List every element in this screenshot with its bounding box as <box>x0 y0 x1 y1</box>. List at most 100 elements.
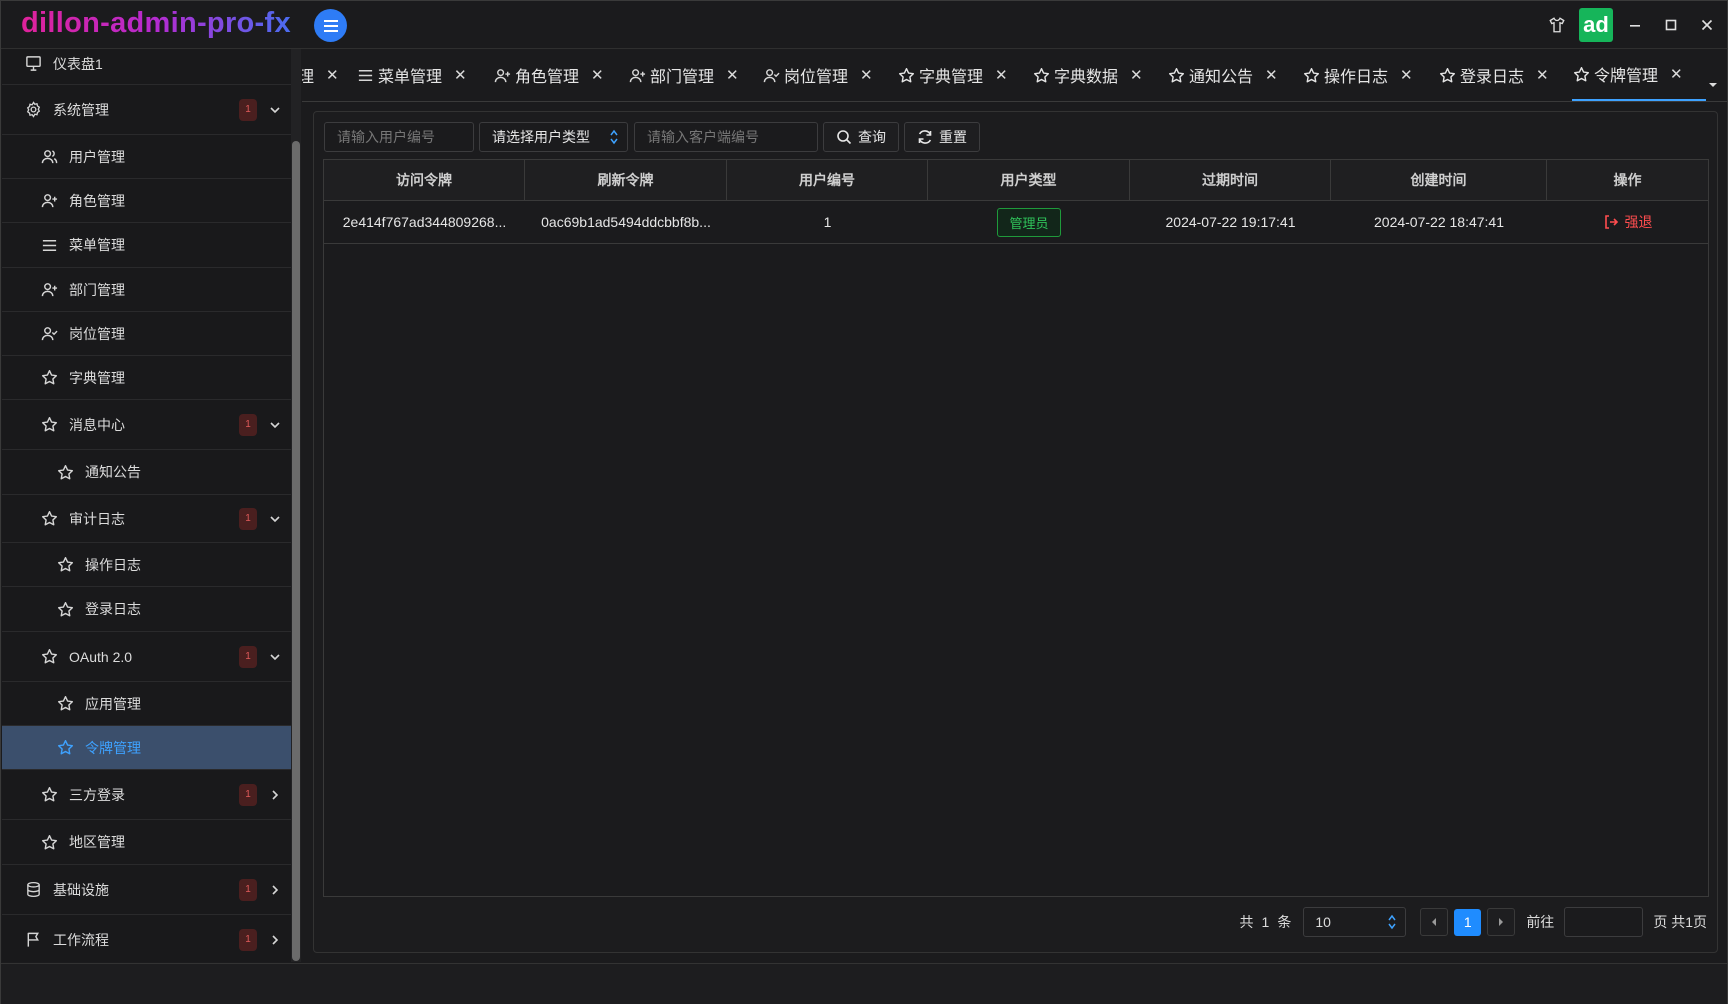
sidebar-item-label: 用户管理 <box>69 148 125 165</box>
database-icon <box>24 881 42 899</box>
column-header[interactable]: 操作 <box>1547 160 1708 200</box>
sidebar-scrollbar[interactable] <box>292 141 300 961</box>
user-check-icon <box>762 66 780 84</box>
tab-close-icon[interactable]: ✕ <box>1670 65 1683 83</box>
sidebar-item[interactable]: OAuth 2.0 1 <box>2 632 293 682</box>
tab[interactable]: 通知公告 ✕ <box>1167 49 1278 101</box>
sidebar-item[interactable]: 登录日志 <box>2 587 293 632</box>
maximize-icon <box>1665 19 1677 30</box>
sidebar-item[interactable]: 用户管理 <box>2 135 293 179</box>
force-logout-button[interactable]: 强退 <box>1603 212 1653 232</box>
sidebar-item[interactable]: 三方登录 1 <box>2 770 293 820</box>
column-header[interactable]: 过期时间 <box>1130 160 1331 200</box>
tab-close-icon[interactable]: ✕ <box>1536 66 1549 84</box>
tab-close-icon[interactable]: ✕ <box>326 66 339 84</box>
expand-toggle[interactable] <box>269 419 281 431</box>
tab[interactable]: 理✕ <box>302 49 339 101</box>
sidebar-item[interactable]: 工作流程 1 <box>2 915 293 962</box>
expand-toggle[interactable] <box>269 789 281 801</box>
sidebar-item[interactable]: 消息中心 1 <box>2 400 293 450</box>
next-page-button[interactable] <box>1487 908 1516 936</box>
sidebar-item[interactable]: 通知公告 <box>2 450 293 495</box>
tab[interactable]: 角色管理 ✕ <box>493 49 604 101</box>
user-plus-icon <box>628 66 646 84</box>
user-plus-icon <box>40 192 58 210</box>
expand-toggle[interactable] <box>269 884 281 896</box>
tab[interactable]: 令牌管理 ✕ <box>1572 49 1706 101</box>
tab-bar: 理✕菜单管理✕角色管理✕部门管理✕岗位管理✕字典管理✕字典数据✕通知公告✕操作日… <box>302 49 1727 102</box>
search-icon <box>837 130 852 145</box>
sidebar-item[interactable]: 基础设施 1 <box>2 865 293 915</box>
tab-close-icon[interactable]: ✕ <box>454 66 467 84</box>
theme-shirt-button[interactable] <box>1539 1 1575 48</box>
column-header[interactable]: 访问令牌 <box>324 160 525 200</box>
sidebar-item[interactable]: 应用管理 <box>2 682 293 726</box>
close-window-button[interactable] <box>1689 1 1725 48</box>
sidebar-item[interactable]: 字典管理 <box>2 356 293 400</box>
pages-label: 页 共1页 <box>1653 914 1707 930</box>
sidebar-item[interactable]: 操作日志 <box>2 543 293 587</box>
tab-label: 登录日志 <box>1460 69 1525 86</box>
sidebar-item[interactable]: 令牌管理 <box>2 726 293 770</box>
menu-lines-icon <box>40 236 58 254</box>
goto-page-input[interactable] <box>1564 907 1644 937</box>
sidebar-item-label: 字典管理 <box>69 369 125 386</box>
expand-toggle[interactable] <box>269 104 281 116</box>
sidebar-item[interactable]: 地区管理 <box>2 820 293 865</box>
count-badge: 1 <box>239 645 257 668</box>
maximize-button[interactable] <box>1653 1 1689 48</box>
tab-close-icon[interactable]: ✕ <box>726 66 739 84</box>
tab-close-icon[interactable]: ✕ <box>591 66 604 84</box>
sidebar-item[interactable]: 角色管理 <box>2 179 293 223</box>
expand-toggle[interactable] <box>269 934 281 946</box>
tab[interactable]: 字典数据 ✕ <box>1032 49 1143 101</box>
star-icon <box>56 556 74 574</box>
query-button-label: 查询 <box>858 129 886 145</box>
expand-toggle[interactable] <box>269 651 281 663</box>
sidebar-item[interactable]: 系统管理 1 <box>2 85 293 135</box>
tab-close-icon[interactable]: ✕ <box>860 66 873 84</box>
tab-close-icon[interactable]: ✕ <box>1130 66 1143 84</box>
tab-close-icon[interactable]: ✕ <box>995 66 1008 84</box>
count-badge: 1 <box>239 413 257 436</box>
user-type-cell: 管理员 <box>928 201 1130 243</box>
tab-dropdown-icon[interactable] <box>1707 79 1719 91</box>
sidebar-item-label: 地区管理 <box>69 834 125 850</box>
avatar[interactable]: ad <box>1579 7 1613 42</box>
page-size-select[interactable]: 10 <box>1303 907 1407 937</box>
column-header[interactable]: 用户编号 <box>727 160 928 200</box>
page-number-button[interactable]: 1 <box>1454 908 1482 936</box>
tab[interactable]: 菜单管理 ✕ <box>356 49 467 101</box>
client-no-input[interactable] <box>634 122 818 152</box>
query-button[interactable]: 查询 <box>823 122 899 152</box>
tab[interactable]: 操作日志 ✕ <box>1302 49 1413 101</box>
reset-button[interactable]: 重置 <box>904 122 980 152</box>
column-header[interactable]: 用户类型 <box>928 160 1130 200</box>
tab-close-icon[interactable]: ✕ <box>1400 66 1413 84</box>
tab-label: 角色管理 <box>515 69 580 86</box>
column-header[interactable]: 刷新令牌 <box>525 160 727 200</box>
tab[interactable]: 部门管理 ✕ <box>628 49 739 101</box>
prev-page-button[interactable] <box>1420 908 1449 936</box>
star-icon <box>56 695 74 713</box>
tab-close-icon[interactable]: ✕ <box>1265 66 1278 84</box>
menu-toggle-button[interactable] <box>314 9 347 42</box>
sidebar-item[interactable]: 岗位管理 <box>2 312 293 356</box>
user-no-input[interactable] <box>324 122 474 152</box>
table-row[interactable]: 2e414f767ad344809268... 0ac69b1ad5494ddc… <box>324 201 1708 244</box>
minimize-button[interactable] <box>1617 1 1653 48</box>
sidebar-item[interactable]: 菜单管理 <box>2 223 293 268</box>
sidebar-item[interactable]: 审计日志 1 <box>2 495 293 543</box>
column-header[interactable]: 创建时间 <box>1331 160 1547 200</box>
chevron-down-icon <box>270 106 280 113</box>
tab[interactable]: 登录日志 ✕ <box>1438 49 1549 101</box>
count-badge: 1 <box>239 98 257 121</box>
tab-label: 部门管理 <box>650 69 715 86</box>
shirt-icon <box>1549 16 1565 32</box>
sidebar-item[interactable]: 部门管理 <box>2 268 293 312</box>
sidebar-item[interactable]: 仪表盘1 <box>2 49 293 85</box>
user-type-select[interactable]: 请选择用户类型 <box>479 122 628 152</box>
tab[interactable]: 岗位管理 ✕ <box>762 49 873 101</box>
expand-toggle[interactable] <box>269 513 281 525</box>
tab[interactable]: 字典管理 ✕ <box>897 49 1008 101</box>
